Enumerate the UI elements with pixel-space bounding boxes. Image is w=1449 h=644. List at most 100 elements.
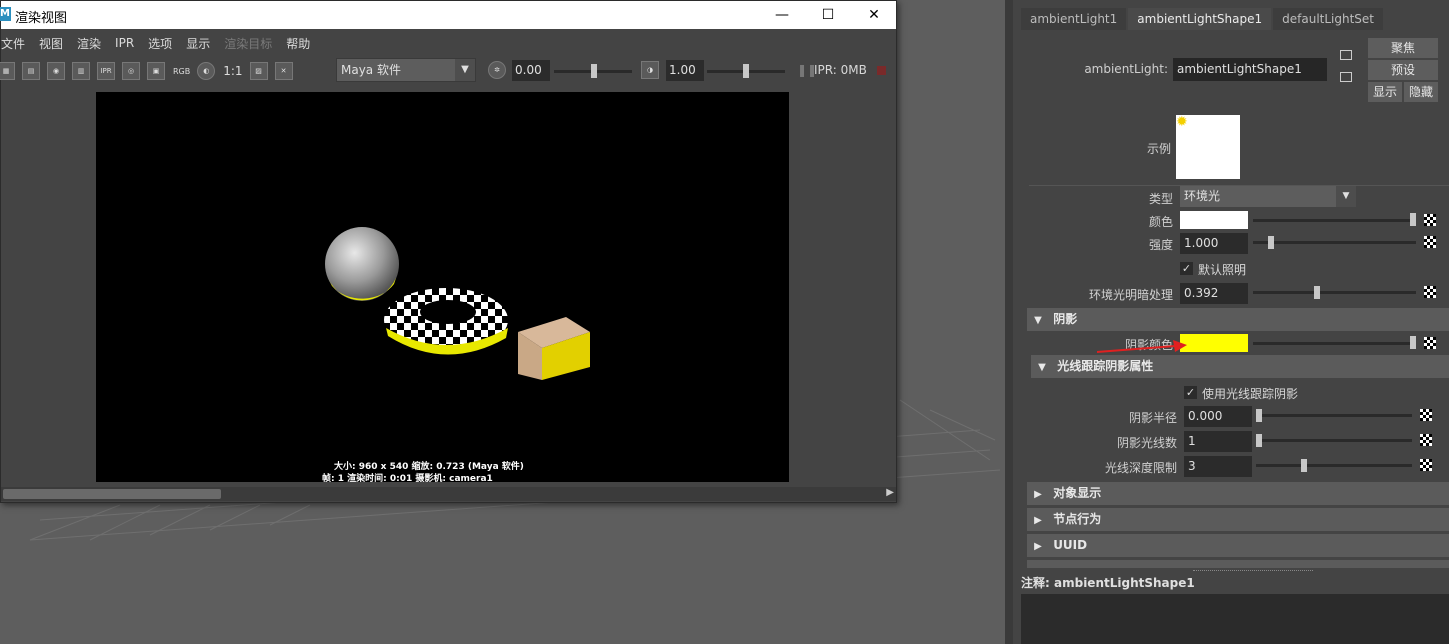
menu-render[interactable]: 渲染 [77,35,101,52]
expanded-triangle-icon: ▼ [1034,315,1042,326]
node-name-field[interactable]: ambientLightShape1 [1173,58,1327,81]
real-size-button[interactable]: 1:1 [223,64,242,78]
ray-depth-limit-slider-knob[interactable] [1301,459,1307,472]
close-button[interactable]: ✕ [851,1,897,29]
light-color-swatch[interactable] [1180,211,1248,229]
shadow-rays-slider-knob[interactable] [1256,434,1262,447]
raytrace-section-title: 光线跟踪阴影属性 [1057,359,1154,373]
shadow-rays-label: 阴影光线数 [1116,436,1177,450]
expanded-triangle-icon: ▼ [1038,362,1046,373]
sun-icon: ✹ [1176,114,1188,130]
shadow-radius-field[interactable]: 0.000 [1184,406,1252,427]
color-map-button-icon[interactable] [1424,214,1436,226]
stop-icon[interactable] [877,66,886,75]
presets-button[interactable]: 预设 [1368,60,1438,80]
ray-depth-limit-label: 光线深度限制 [1104,461,1177,475]
shadow-radius-slider[interactable] [1256,414,1412,417]
menu-options[interactable]: 选项 [148,35,172,52]
light-type-value: 环境光 [1184,189,1221,203]
menu-display[interactable]: 显示 [186,35,210,52]
ambient-shade-slider[interactable] [1253,291,1416,294]
menu-file[interactable]: 文件 [1,35,25,52]
redo-render-icon[interactable]: ▦ [0,62,15,80]
ambient-shade-map-button-icon[interactable] [1424,286,1436,298]
rgb-channels-button[interactable]: RGB [173,67,190,76]
hide-button[interactable]: 隐藏 [1404,82,1438,102]
output-connection-icon[interactable] [1340,72,1352,82]
menu-bar: 文件 视图 渲染 IPR 选项 显示 渲染目标 帮助 [1,29,896,57]
intensity-map-button-icon[interactable] [1424,236,1436,248]
raytrace-section-header[interactable]: ▼ 光线跟踪阴影属性 [1031,355,1449,378]
ray-depth-limit-slider[interactable] [1256,464,1412,467]
render-view-window[interactable]: M 渲染视图 — ☐ ✕ 文件 视图 渲染 IPR 选项 显示 渲染目标 帮助 … [0,0,897,503]
notes-node-name: ambientLightShape1 [1054,576,1195,590]
render-region-icon[interactable]: ▤ [22,62,40,80]
menu-view[interactable]: 视图 [39,35,63,52]
ray-depth-limit-map-button-icon[interactable] [1420,459,1432,471]
keep-image-icon[interactable]: ▨ [249,62,268,80]
focus-button[interactable]: 聚焦 [1368,38,1438,58]
ambient-shade-slider-knob[interactable] [1314,286,1320,299]
color-slider-knob[interactable] [1410,213,1416,226]
show-button[interactable]: 显示 [1368,82,1402,102]
collapsed-triangle-icon: ▶ [1034,515,1042,526]
menu-render-target[interactable]: 渲染目标 [224,35,272,52]
uuid-section-header[interactable]: ▶ UUID [1027,534,1449,557]
shadow-rays-slider[interactable] [1256,439,1412,442]
shadow-rays-field[interactable]: 1 [1184,431,1252,452]
gamma-field[interactable]: 1.00 [666,60,704,81]
exposure-slider-knob[interactable] [591,64,597,78]
menu-help[interactable]: 帮助 [286,35,310,52]
intensity-slider[interactable] [1253,241,1416,244]
horizontal-scrollbar[interactable]: ▶ [1,487,896,501]
light-type-dropdown[interactable]: 环境光 ▼ [1180,186,1356,207]
shadow-radius-map-button-icon[interactable] [1420,409,1432,421]
shadow-color-slider-knob[interactable] [1410,336,1416,349]
exposure-field[interactable]: 0.00 [512,60,550,81]
tab-ambientlight1[interactable]: ambientLight1 [1021,8,1127,30]
shadows-section-title: 阴影 [1053,312,1078,326]
scrollbar-thumb[interactable] [3,489,221,499]
scroll-right-icon[interactable]: ▶ [886,487,894,498]
node-behavior-section-header[interactable]: ▶ 节点行为 [1027,508,1449,531]
splitter-handle[interactable] [1193,570,1313,571]
shadow-radius-label: 阴影半径 [1128,411,1177,425]
ambient-shade-field[interactable]: 0.392 [1180,283,1248,304]
intensity-field[interactable]: 1.000 [1180,233,1248,254]
use-raytrace-shadows-checkbox[interactable]: ✓ [1184,386,1197,399]
minimize-button[interactable]: — [759,1,805,29]
attribute-editor: ambientLight1 ambientLightShape1 default… [1005,0,1449,644]
menu-ipr[interactable]: IPR [115,36,134,50]
alpha-channel-icon[interactable]: ◐ [197,62,216,80]
window-titlebar[interactable]: M 渲染视图 — ☐ ✕ [0,1,897,29]
maximize-button[interactable]: ☐ [805,1,851,29]
object-display-section-header[interactable]: ▶ 对象显示 [1027,482,1449,505]
partial-section-header [1027,560,1449,568]
ipr-render-icon[interactable]: IPR [97,62,115,80]
rendered-image: 大小: 960 x 540 缩放: 0.723 (Maya 软件) 帧: 1 渲… [96,92,789,482]
notes-textarea[interactable] [1021,594,1449,644]
shadow-color-slider[interactable] [1253,342,1416,345]
refresh-ipr-icon[interactable]: ◎ [122,62,140,80]
shadow-color-map-button-icon[interactable] [1424,337,1436,349]
ray-depth-limit-field[interactable]: 3 [1184,456,1252,477]
tab-defaultlightset[interactable]: defaultLightSet [1273,8,1384,30]
remove-image-icon[interactable]: ✕ [274,62,293,80]
tab-ambientlightshape1[interactable]: ambientLightShape1 [1128,8,1272,30]
shadows-section-header[interactable]: ▼ 阴影 [1027,308,1449,331]
shadow-rays-map-button-icon[interactable] [1420,434,1432,446]
render-sequence-icon[interactable]: ▥ [72,62,90,80]
render-settings-icon[interactable]: ▣ [147,62,165,80]
intensity-slider-knob[interactable] [1268,236,1274,249]
renderer-dropdown[interactable]: Maya 软件 ▼ [336,58,476,82]
shadow-radius-slider-knob[interactable] [1256,409,1262,422]
snapshot-icon[interactable]: ◉ [47,62,65,80]
node-type-label: ambientLight: [1084,62,1168,76]
default-lighting-checkbox[interactable]: ✓ [1180,262,1193,275]
render-toolbar: ▦ ▤ ◉ ▥ IPR ◎ ▣ RGB ◐ 1:1 ▨ ✕ Maya 软件 ▼ … [0,57,896,85]
render-info-line2: 帧: 1 渲染时间: 0:01 摄影机: camera1 [322,474,493,482]
ambient-shade-label: 环境光明暗处理 [1088,288,1173,302]
gamma-slider-knob[interactable] [743,64,749,78]
color-slider[interactable] [1253,219,1416,222]
input-connection-icon[interactable] [1340,50,1352,60]
